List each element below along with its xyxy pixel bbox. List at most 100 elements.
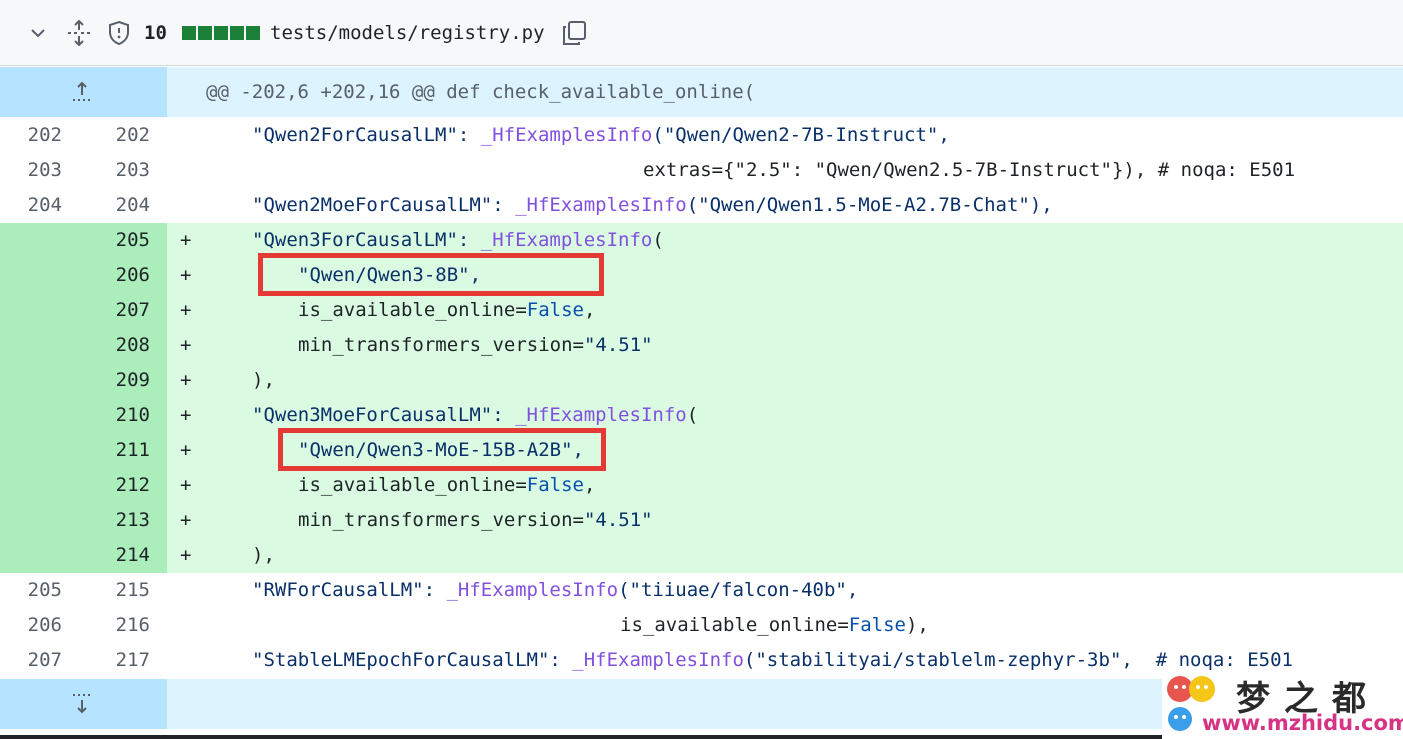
new-line-number[interactable]: 216 bbox=[84, 608, 150, 643]
code-token: False bbox=[848, 614, 906, 636]
old-line-number[interactable] bbox=[0, 398, 62, 433]
diffstat-block bbox=[182, 26, 196, 40]
file-header: 10 tests/models/registry.py bbox=[0, 0, 1403, 66]
diff-marker: + bbox=[180, 299, 192, 321]
diff-line-added: 213 + min_transformers_version="4.51" bbox=[0, 503, 1403, 538]
new-line-number[interactable]: 214 bbox=[84, 538, 150, 573]
file-name[interactable]: tests/models/registry.py bbox=[270, 0, 545, 66]
old-line-number[interactable]: 203 bbox=[0, 153, 62, 188]
code-token: is_available_online= bbox=[298, 474, 527, 496]
divider bbox=[0, 735, 1162, 739]
new-line-number[interactable]: 213 bbox=[84, 503, 150, 538]
expand-all-button[interactable] bbox=[66, 0, 92, 66]
code-token: _HfExamplesInfo bbox=[480, 229, 653, 251]
old-line-number[interactable] bbox=[0, 538, 62, 573]
code-text: is_available_online=False, bbox=[298, 468, 595, 503]
code-text: "StableLMEpochForCausalLM": _HfExamplesI… bbox=[252, 643, 1293, 678]
code-token: False bbox=[526, 474, 584, 496]
code-text: "RWForCausalLM": _HfExamplesInfo("tiiuae… bbox=[252, 573, 858, 608]
expand-down-button[interactable] bbox=[0, 679, 167, 729]
highlight-box bbox=[258, 253, 604, 296]
old-line-number[interactable] bbox=[0, 223, 62, 258]
old-line-number[interactable]: 207 bbox=[0, 643, 62, 678]
new-line-number[interactable]: 205 bbox=[84, 223, 150, 258]
diff-line-context: 205 215 "RWForCausalLM": _HfExamplesInfo("… bbox=[0, 573, 1403, 608]
diff-marker: + bbox=[180, 229, 192, 251]
new-line-number[interactable]: 209 bbox=[84, 363, 150, 398]
code-text: "Qwen2ForCausalLM": _HfExamplesInfo("Qwe… bbox=[252, 118, 950, 153]
old-line-number[interactable] bbox=[0, 503, 62, 538]
expand-up-icon bbox=[70, 80, 94, 104]
code-text: is_available_online=False), bbox=[620, 608, 929, 643]
old-line-number[interactable]: 205 bbox=[0, 573, 62, 608]
copy-path-button[interactable] bbox=[560, 0, 588, 66]
new-line-number[interactable]: 211 bbox=[84, 433, 150, 468]
code-token: ("stabilityai/stablelm-zephyr-3b", # noq… bbox=[743, 649, 1293, 671]
watermark: 梦之都 www.mzhidu.com bbox=[1162, 671, 1403, 739]
new-line-number[interactable]: 206 bbox=[84, 258, 150, 293]
old-line-number[interactable]: 206 bbox=[0, 608, 62, 643]
diff-marker: + bbox=[180, 439, 192, 461]
old-line-number[interactable] bbox=[0, 328, 62, 363]
new-line-number[interactable]: 215 bbox=[84, 573, 150, 608]
diff-line-added: 212 + is_available_online=False, bbox=[0, 468, 1403, 503]
code-token: is_available_online= bbox=[620, 614, 849, 636]
old-line-number[interactable]: 202 bbox=[0, 118, 62, 153]
code-token: min_transformers_version= bbox=[298, 334, 584, 356]
code-text: "Qwen2MoeForCausalLM": _HfExamplesInfo("… bbox=[252, 188, 1053, 223]
diff-line-context: 204 204 "Qwen2MoeForCausalLM": _HfExamples… bbox=[0, 188, 1403, 223]
new-line-number[interactable]: 202 bbox=[84, 118, 150, 153]
diff-line-added: 205 + "Qwen3ForCausalLM": _HfExamplesInfo( bbox=[0, 223, 1403, 258]
security-button[interactable] bbox=[106, 0, 132, 66]
new-line-number[interactable]: 212 bbox=[84, 468, 150, 503]
diffstat-block bbox=[230, 26, 244, 40]
diffstat-block bbox=[198, 26, 212, 40]
code-token: ("tiiuae/falcon-40b", bbox=[618, 579, 859, 601]
code-token: _HfExamplesInfo bbox=[572, 649, 744, 671]
new-line-number[interactable]: 203 bbox=[84, 153, 150, 188]
diff-marker: + bbox=[180, 474, 192, 496]
old-line-number[interactable] bbox=[0, 293, 62, 328]
diff-line-added: 208 + min_transformers_version="4.51" bbox=[0, 328, 1403, 363]
code-token: _HfExamplesInfo bbox=[480, 124, 653, 146]
code-text: min_transformers_version="4.51" bbox=[298, 328, 653, 363]
new-line-number[interactable]: 217 bbox=[84, 643, 150, 678]
code-token: , bbox=[583, 299, 596, 321]
new-line-number[interactable]: 208 bbox=[84, 328, 150, 363]
old-line-number[interactable] bbox=[0, 468, 62, 503]
collapse-button[interactable] bbox=[28, 0, 48, 66]
new-line-number[interactable]: 204 bbox=[84, 188, 150, 223]
code-token: ( bbox=[652, 229, 664, 251]
diff-line-added: 206 + "Qwen/Qwen3-8B", bbox=[0, 258, 1403, 293]
code-token: "Qwen3MoeForCausalLM": bbox=[252, 404, 516, 426]
code-token: "Qwen3ForCausalLM": bbox=[252, 229, 481, 251]
new-line-number[interactable]: 210 bbox=[84, 398, 150, 433]
additions-count: 10 bbox=[144, 22, 167, 44]
code-token: is_available_online= bbox=[298, 299, 527, 321]
diff-line-added: 214 +), bbox=[0, 538, 1403, 573]
old-line-number[interactable] bbox=[0, 433, 62, 468]
old-line-number[interactable] bbox=[0, 363, 62, 398]
highlight-box bbox=[278, 428, 606, 471]
code-token: "Qwen2MoeForCausalLM": bbox=[252, 194, 516, 216]
diffstat-block bbox=[214, 26, 228, 40]
diff-marker: + bbox=[180, 404, 192, 426]
code-token: ), bbox=[252, 544, 275, 566]
diff-marker: + bbox=[180, 369, 192, 391]
diff-marker: + bbox=[180, 334, 192, 356]
diff-line-context: 206 216 is_available_online=False), bbox=[0, 608, 1403, 643]
diff-line-added: 210 + "Qwen3MoeForCausalLM": _HfExamplesIn… bbox=[0, 398, 1403, 433]
code-token: _HfExamplesInfo bbox=[446, 579, 619, 601]
code-token: "StableLMEpochForCausalLM": bbox=[252, 649, 573, 671]
code-token: _HfExamplesInfo bbox=[515, 194, 687, 216]
expand-up-button[interactable] bbox=[0, 67, 167, 117]
expand-down-icon bbox=[70, 692, 94, 716]
watermark-url: www.mzhidu.com bbox=[1202, 711, 1403, 735]
old-line-number[interactable] bbox=[0, 258, 62, 293]
code-token: _HfExamplesInfo bbox=[515, 404, 687, 426]
code-token: ( bbox=[686, 404, 699, 426]
old-line-number[interactable]: 204 bbox=[0, 188, 62, 223]
diff-line-added: 211 + "Qwen/Qwen3-MoE-15B-A2B", bbox=[0, 433, 1403, 468]
code-token: "4.51" bbox=[583, 334, 653, 356]
new-line-number[interactable]: 207 bbox=[84, 293, 150, 328]
